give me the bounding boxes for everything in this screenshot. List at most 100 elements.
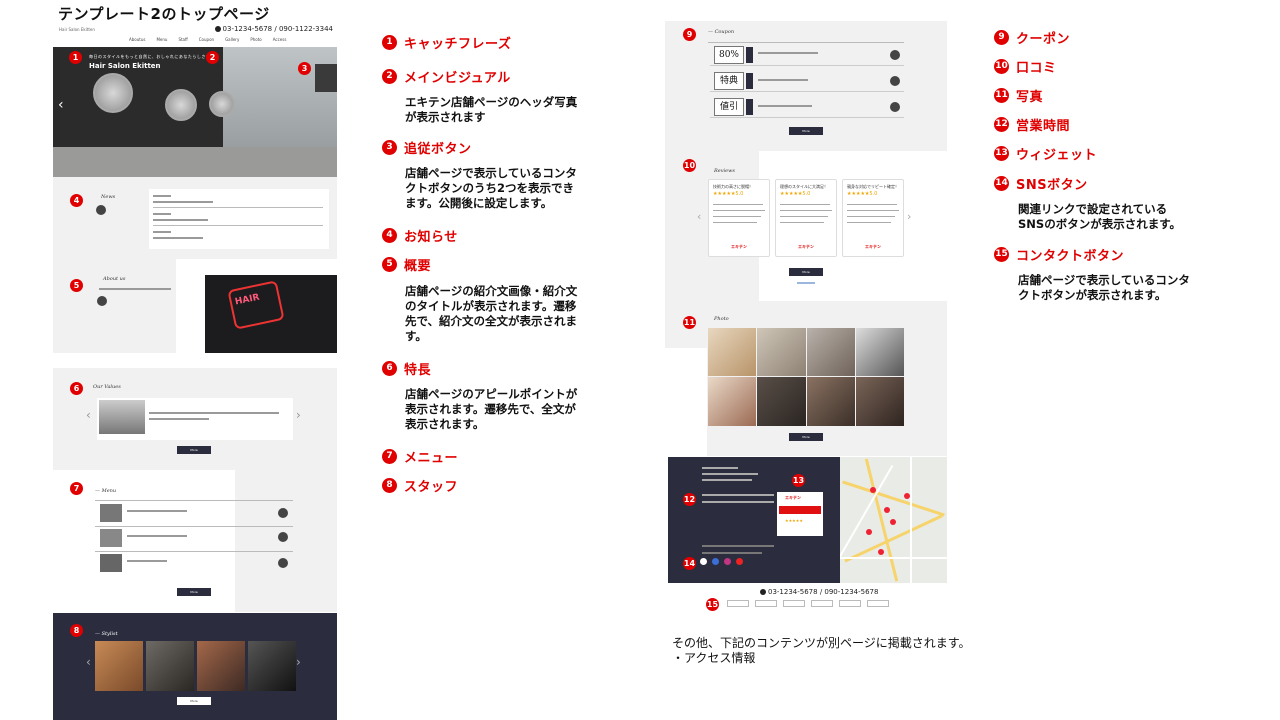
stylist-photo	[95, 641, 143, 691]
mock-phone-number: 03-1234-5678 / 090-1122-3344	[222, 25, 333, 33]
mock-hero: 毎日のスタイルをもっと自然に、おしゃれにあなたらしさを Hair Salon E…	[53, 47, 337, 177]
item-description: 店舗ページで表示しているコンタ クトボタンのうち2つを表示でき ます。公開後に設…	[405, 166, 577, 210]
photo-thumb	[807, 328, 855, 376]
coupon-value: 値引	[714, 98, 744, 116]
item-catchphrase: 1 キャッチフレーズ	[382, 33, 511, 52]
review-brand: エキテン	[865, 244, 881, 249]
item-label: スタッフ	[404, 480, 459, 495]
review-title: 技術力の高さに脱帽！	[713, 184, 753, 189]
callout-badge: 5	[70, 279, 83, 292]
nav-item: Staff	[178, 37, 188, 42]
item-description: エキテン店舗ページのヘッダ写真 が表示されます	[405, 95, 578, 124]
menu-more-button: More	[177, 588, 211, 596]
item-number: 15	[994, 247, 1009, 262]
photo-thumb	[856, 328, 904, 376]
item-label: お知らせ	[404, 230, 458, 245]
x-icon	[700, 558, 707, 565]
item-number: 1	[382, 35, 397, 50]
hero-floor	[53, 147, 337, 177]
stylist-more-button: More	[177, 697, 211, 705]
menu-detail-icon	[278, 558, 288, 568]
photo-thumb	[757, 328, 806, 376]
nav-item: Gallery	[225, 37, 240, 42]
item-follow-button: 3 追従ボタン	[382, 138, 472, 157]
item-label: キャッチフレーズ	[404, 37, 512, 52]
mock-header: Hair Salon Ekitten 03-1234-5678 / 090-11…	[53, 24, 337, 46]
item-number: 4	[382, 228, 397, 243]
item-label: 口コミ	[1016, 61, 1057, 76]
reviews-heading: Reviews	[714, 168, 735, 174]
item-label: ウィジェット	[1016, 148, 1098, 163]
photo-thumb	[856, 377, 904, 426]
nav-item: Aboutus	[129, 37, 146, 42]
item-contact-button: 15 コンタクトボタン	[994, 245, 1124, 264]
review-card: 親身な対応でリピート確定！ ★★★★★5.0 エキテン	[842, 179, 904, 257]
about-neon-photo: HAIR	[205, 275, 337, 353]
review-brand: エキテン	[731, 244, 747, 249]
photo-thumb	[757, 377, 806, 426]
widget-brand: エキテン	[785, 495, 801, 500]
mock-menu: — Menu More	[53, 470, 337, 612]
item-features: 6 特長	[382, 359, 431, 378]
callout-badge: 15	[706, 598, 719, 611]
callout-badge: 3	[298, 62, 311, 75]
item-description: 店舗ページで表示しているコンタ クトボタンが表示されます。	[1018, 273, 1190, 302]
coupon-row: 特典	[710, 70, 904, 92]
news-list	[149, 189, 329, 249]
coupon-value: 80%	[714, 46, 744, 64]
nav-item: Menu	[156, 37, 168, 42]
reviews-more-button: More	[789, 268, 823, 276]
callout-badge: 14	[683, 557, 696, 570]
page-title: テンプレート2のトップページ	[58, 5, 270, 23]
prev-arrow-icon: ‹	[86, 655, 91, 669]
next-arrow-icon: ›	[296, 655, 301, 669]
item-number: 11	[994, 88, 1009, 103]
menu-detail-icon	[278, 532, 288, 542]
item-label: クーポン	[1016, 32, 1071, 47]
hero-mirror	[165, 89, 197, 121]
contact-button	[783, 600, 805, 607]
item-number: 10	[994, 59, 1009, 74]
review-stars: ★★★★★5.0	[780, 191, 811, 197]
menu-heading: — Menu	[95, 488, 117, 494]
photo-thumb	[708, 328, 756, 376]
coupon-value: 特典	[714, 72, 744, 90]
stylist-photo	[197, 641, 245, 691]
review-stars: ★★★★★5.0	[713, 191, 744, 197]
item-menu: 7 メニュー	[382, 447, 458, 466]
values-heading: Our Values	[93, 384, 121, 390]
item-number: 6	[382, 361, 397, 376]
coupon-row: 値引	[710, 96, 904, 118]
instagram-icon	[724, 558, 731, 565]
item-label: 写真	[1016, 90, 1044, 105]
item-overview: 5 概要	[382, 255, 431, 274]
menu-photo	[100, 529, 122, 547]
news-heading: News	[101, 194, 116, 200]
item-coupon: 9 クーポン	[994, 28, 1070, 47]
nav-item: Coupon	[198, 37, 215, 42]
item-number: 7	[382, 449, 397, 464]
contact-button	[867, 600, 889, 607]
hero-mirror	[209, 91, 235, 117]
prev-arrow-icon: ‹	[697, 210, 702, 223]
item-sns: 14 SNSボタン	[994, 174, 1088, 193]
coupon-more-button: More	[789, 127, 823, 135]
item-number: 2	[382, 69, 397, 84]
hero-salon-name: Hair Salon Ekitten	[89, 62, 161, 70]
hero-mirror	[93, 73, 133, 113]
youtube-icon	[736, 558, 743, 565]
item-description: 店舗ページのアピールポイントが 表示されます。遷移先で、全文が 表示されます。	[405, 387, 578, 431]
stylist-heading: — Stylist	[95, 631, 118, 637]
item-reviews: 10 口コミ	[994, 57, 1057, 76]
phone-icon	[214, 26, 221, 32]
mock-values: Our Values ‹ › More	[53, 368, 337, 470]
news-more-icon	[96, 205, 106, 215]
next-arrow-icon: ›	[907, 210, 912, 223]
other-contents-note: その他、下記のコンテンツが別ページに掲載されます。 ・アクセス情報	[672, 636, 971, 665]
values-more-button: More	[177, 446, 211, 454]
follow-contact-button	[315, 64, 337, 92]
item-number: 9	[994, 30, 1009, 45]
item-staff: 8 スタッフ	[382, 476, 458, 495]
mock-about: About us HAIR	[53, 259, 337, 353]
callout-badge: 2	[206, 51, 219, 64]
